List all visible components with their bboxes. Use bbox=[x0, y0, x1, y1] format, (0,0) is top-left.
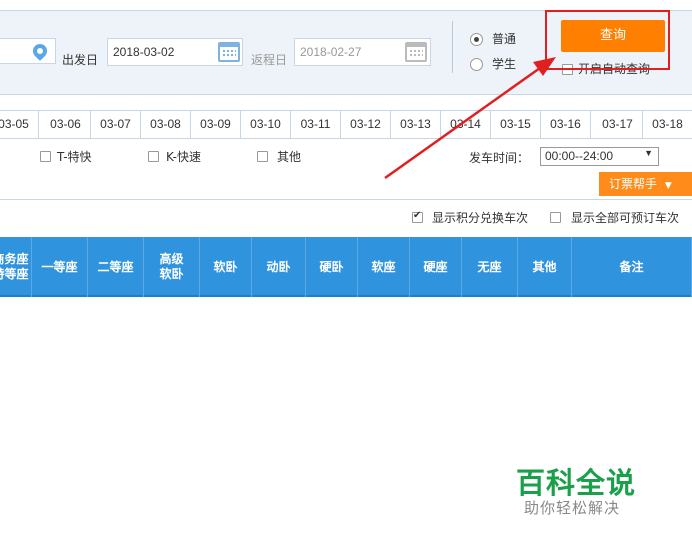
arrow-shaft bbox=[384, 66, 541, 180]
watermark-subtitle: 助你轻松解决 bbox=[524, 499, 621, 517]
watermark-title: 百科全说 bbox=[516, 466, 637, 500]
arrow-head bbox=[533, 57, 556, 76]
